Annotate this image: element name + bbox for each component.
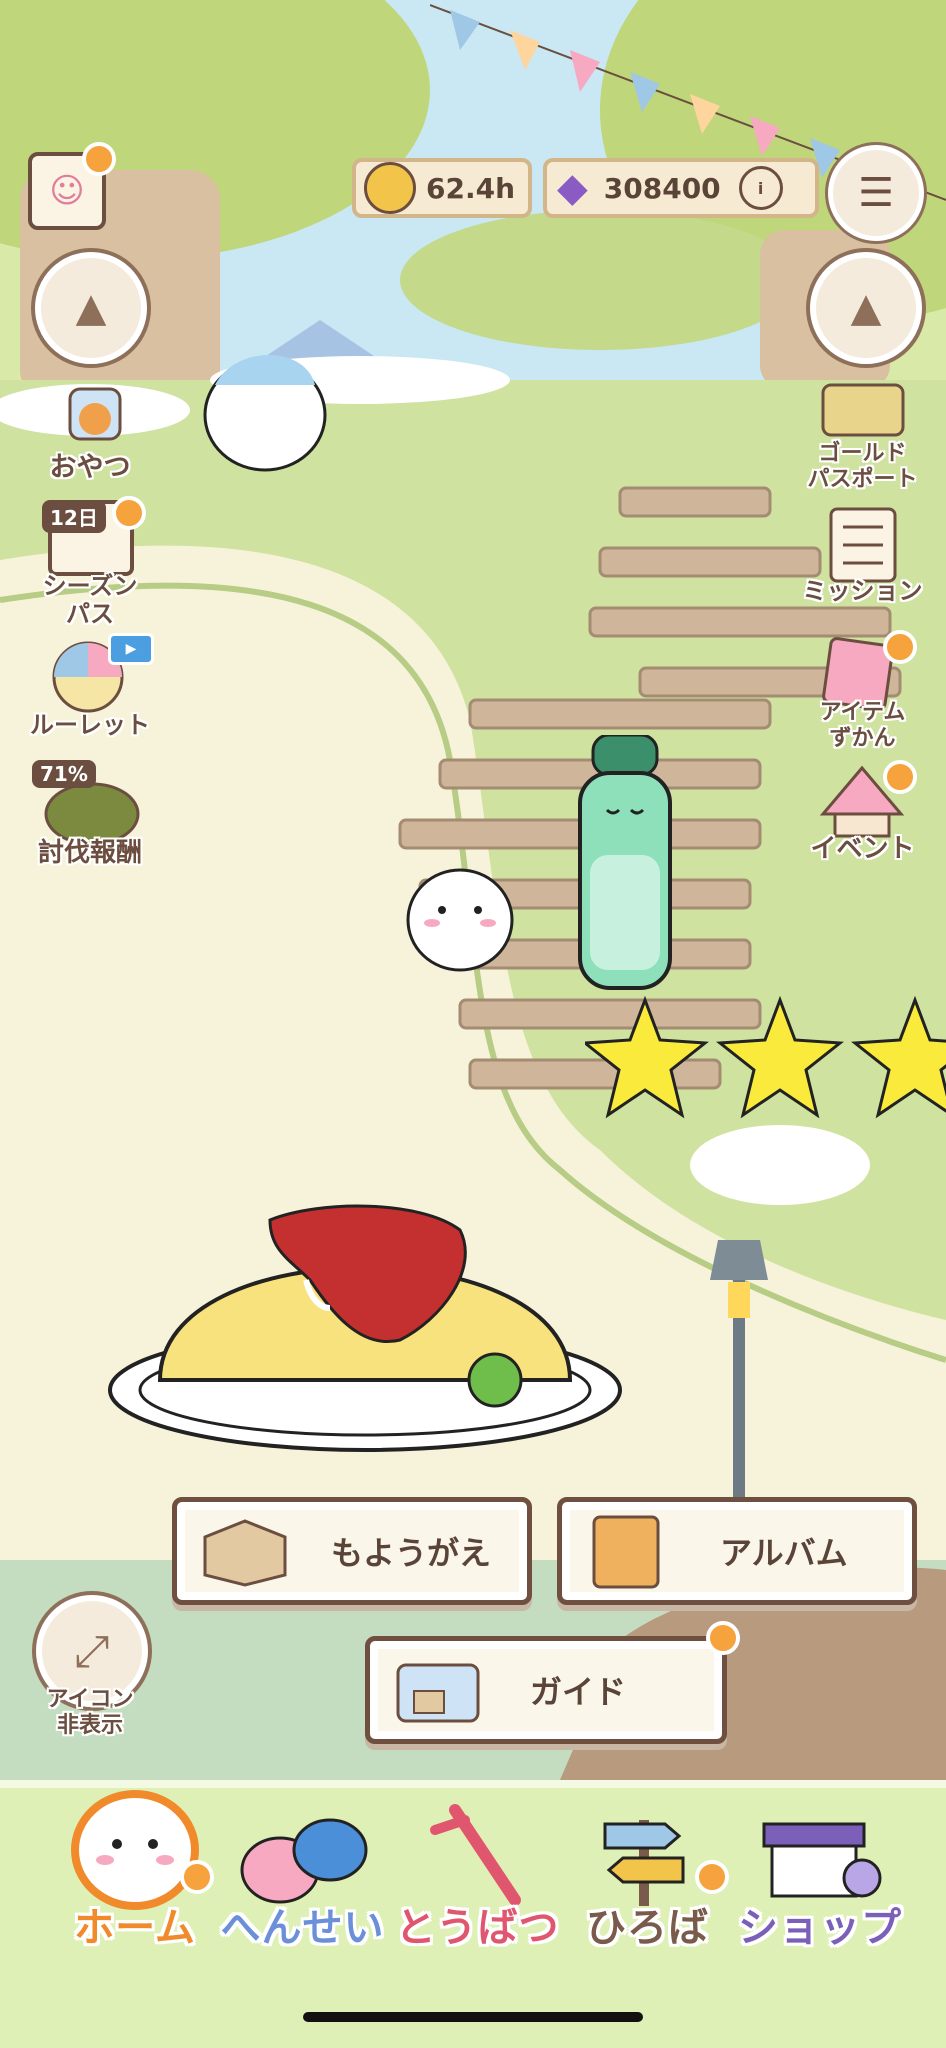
guide-label: ガイド xyxy=(530,1673,627,1711)
shop-stall-icon xyxy=(762,1822,882,1898)
profile-icon: ☺ xyxy=(49,171,85,211)
star-characters xyxy=(585,995,946,1119)
gem-counter: ◆ 308400 i xyxy=(543,158,819,218)
bottom-nav: ホーム へんせい とうばつ ひろば ショップ xyxy=(0,1780,946,2010)
menu-button[interactable]: ☰ xyxy=(828,145,924,241)
notification-badge xyxy=(883,760,917,794)
coin-value: 62.4h xyxy=(426,171,516,205)
item-label-line1: アイテム xyxy=(819,700,906,725)
coin-icon xyxy=(364,162,416,214)
roulette-label: ルーレット xyxy=(30,711,150,739)
game-screen: ☺ 62.4h ◆ 308400 i ☰ ▲ ▲ おやつ 12日 シーズン パス xyxy=(0,0,946,2048)
album-book-icon xyxy=(592,1515,660,1589)
fork-weapon-icon xyxy=(430,1804,521,1906)
hide-icons-button[interactable]: ⤢ アイコン 非表示 xyxy=(30,1595,150,1745)
notification-badge xyxy=(112,496,146,530)
notification-badge xyxy=(706,1621,740,1655)
hide-icons-line1: アイコン xyxy=(46,1687,134,1712)
nav-subjugation-label: とうばつ xyxy=(395,1905,560,1951)
triangle-up-icon: ▲ xyxy=(850,285,882,331)
gem-icon: ◆ xyxy=(557,165,588,211)
event-label: イベント xyxy=(810,834,915,864)
season-days-badge: 12日 xyxy=(42,500,106,533)
guide-button[interactable]: ガイド xyxy=(365,1621,740,1744)
gold-passport-label: ゴールド パスポート xyxy=(795,441,930,493)
roulette-button[interactable]: ▶ ルーレット xyxy=(20,633,160,739)
album-button[interactable]: アルバム xyxy=(557,1497,917,1605)
snack-label: おやつ xyxy=(49,452,131,483)
mission-label: ミッション xyxy=(802,577,923,605)
reward-percent-badge: 71% xyxy=(32,760,96,788)
moyougae-label: もようがえ xyxy=(331,1534,492,1572)
gold-passport-button[interactable]: ゴールド パスポート xyxy=(795,375,930,495)
nav-home[interactable]: ホーム xyxy=(60,1780,214,2000)
gold-label-line2: パスポート xyxy=(807,467,918,492)
right-collapse-button[interactable]: ▲ xyxy=(810,252,922,364)
nav-subjugation[interactable]: とうばつ xyxy=(390,1780,565,2000)
menu-icon: ☰ xyxy=(858,170,894,216)
passport-ticket-icon xyxy=(821,383,905,437)
notification-badge xyxy=(180,1860,214,1894)
event-button[interactable]: イベント xyxy=(795,760,930,870)
cardboard-box-icon xyxy=(203,1519,287,1587)
album-label: アルバム xyxy=(720,1534,848,1572)
blue-character xyxy=(203,355,327,472)
item-label-line2: ずかん xyxy=(829,726,896,751)
left-collapse-button[interactable]: ▲ xyxy=(35,252,147,364)
gold-label-line1: ゴールド xyxy=(818,441,907,466)
guide-card-icon xyxy=(396,1663,480,1723)
nav-shop[interactable]: ショップ xyxy=(730,1780,910,2000)
season-label-line1: シーズン xyxy=(42,572,138,600)
notification-badge xyxy=(695,1860,729,1894)
omurice-illustration xyxy=(108,1204,622,1452)
moyougae-button[interactable]: もようがえ xyxy=(172,1497,532,1605)
nav-plaza-label: ひろば xyxy=(586,1905,709,1951)
profile-avatar-button[interactable]: ☺ xyxy=(28,142,116,230)
info-icon[interactable]: i xyxy=(738,166,783,210)
snack-bag-icon xyxy=(68,387,122,441)
nav-shop-label: ショップ xyxy=(738,1905,902,1951)
hide-icons-line2: 非表示 xyxy=(56,1713,123,1738)
triangle-up-icon: ▲ xyxy=(75,285,107,331)
item-encyclopedia-label: アイテム ずかん xyxy=(795,700,930,752)
season-pass-button[interactable]: 12日 シーズン パス xyxy=(30,496,150,635)
nav-formation-label: へんせい xyxy=(220,1905,385,1951)
coin-counter: 62.4h xyxy=(352,158,532,218)
video-icon: ▶ xyxy=(108,633,154,665)
mission-button[interactable]: ミッション xyxy=(795,505,930,605)
snack-button[interactable]: おやつ xyxy=(30,375,150,483)
item-encyclopedia-button[interactable]: アイテム ずかん xyxy=(795,630,930,755)
nav-home-label: ホーム xyxy=(74,1905,196,1951)
ramune-character xyxy=(578,735,672,990)
reward-button[interactable]: 71% 討伐報酬 xyxy=(20,760,160,875)
nav-plaza[interactable]: ひろば xyxy=(565,1780,730,2000)
home-character-icon xyxy=(71,1790,199,1910)
reward-label: 討伐報酬 xyxy=(37,838,142,868)
season-pass-label: シーズン パス xyxy=(30,572,150,628)
chiikawa-character xyxy=(406,868,514,972)
notification-badge xyxy=(82,142,116,176)
season-label-line2: パス xyxy=(66,600,114,628)
nav-formation[interactable]: へんせい xyxy=(215,1780,390,2000)
notification-badge xyxy=(883,630,917,664)
gem-value: 308400 xyxy=(603,171,721,205)
expand-arrows-icon: ⤢ xyxy=(74,1625,110,1677)
hide-icons-label: アイコン 非表示 xyxy=(30,1687,150,1739)
